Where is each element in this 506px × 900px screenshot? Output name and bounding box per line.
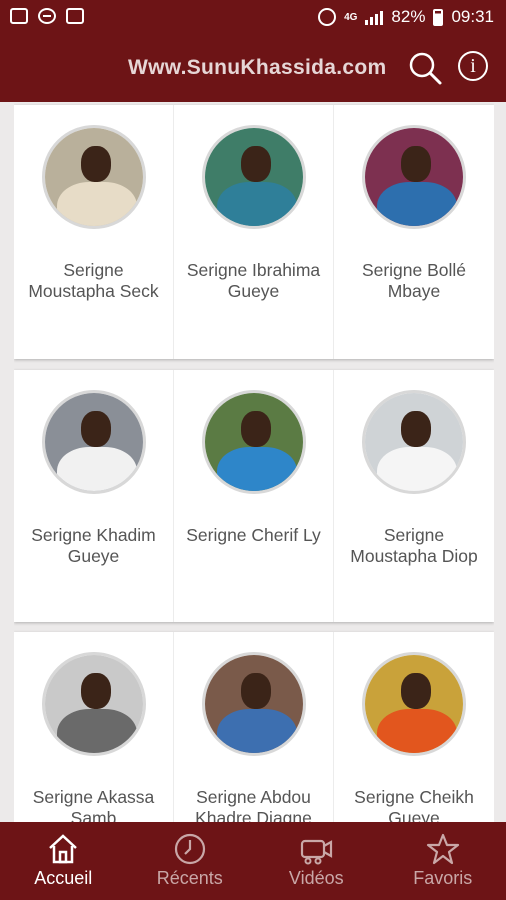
- clock-time: 09:31: [451, 7, 494, 26]
- nav-label: Récents: [156, 868, 223, 888]
- reciter-item[interactable]: Serigne Akassa Samb: [14, 632, 174, 822]
- battery-icon: [433, 8, 444, 26]
- reciter-item[interactable]: Serigne Khadim Gueye: [14, 370, 174, 622]
- reciter-avatar: [202, 125, 306, 229]
- reciter-item[interactable]: Serigne Ibrahima Gueye: [174, 105, 334, 359]
- search-icon: [409, 52, 442, 85]
- battery-percent: 82%: [391, 7, 426, 26]
- app-title: Www.SunuKhassida.com: [128, 56, 387, 79]
- nav-label: Vidéos: [288, 868, 344, 888]
- reciter-item[interactable]: Serigne Bollé Mbaye: [334, 105, 494, 359]
- reciter-avatar: [362, 652, 466, 756]
- reciter-item[interactable]: Serigne Cheikh Gueye: [334, 632, 494, 822]
- app-bar: Www.SunuKhassida.com i: [0, 34, 506, 102]
- nav-label: Accueil: [34, 868, 93, 888]
- reciter-item[interactable]: Serigne Moustapha Diop: [334, 370, 494, 622]
- reciter-name: Serigne Abdou Khadre Diagne: [195, 787, 312, 822]
- reciter-avatar: [362, 125, 466, 229]
- search-button[interactable]: [407, 50, 443, 86]
- nav-videos[interactable]: Vidéos: [253, 822, 380, 900]
- block-icon: [38, 8, 56, 24]
- nav-accueil[interactable]: Accueil: [0, 822, 127, 900]
- image-icon: [10, 8, 28, 24]
- reciter-avatar: [202, 652, 306, 756]
- nav-favoris[interactable]: Favoris: [380, 822, 506, 900]
- bottom-navigation: Accueil Récents Vidéos Favoris: [0, 822, 506, 900]
- alarm-icon: [318, 8, 337, 26]
- status-bar: 4G 82% 09:31: [0, 0, 506, 34]
- info-icon: i: [470, 55, 476, 77]
- mail-icon: [66, 8, 84, 24]
- info-button[interactable]: i: [458, 51, 488, 81]
- reciter-avatar: [202, 390, 306, 494]
- reciter-name: Serigne Bollé Mbaye: [361, 260, 467, 301]
- reciter-name: Serigne Ibrahima Gueye: [186, 260, 321, 301]
- reciter-name: Serigne Cheikh Gueye: [354, 787, 474, 822]
- signal-icon: [365, 9, 384, 25]
- reciter-row-card: Serigne Moustapha Seck Serigne Ibrahima G…: [14, 105, 494, 359]
- reciter-avatar: [42, 390, 146, 494]
- reciter-row-card: Serigne Akassa Samb Serigne Abdou Khadre …: [14, 632, 494, 822]
- reciter-avatar: [362, 390, 466, 494]
- reciter-avatar: [42, 125, 146, 229]
- reciter-name: Serigne Akassa Samb: [32, 787, 155, 822]
- reciter-item[interactable]: Serigne Moustapha Seck: [14, 105, 174, 359]
- nav-recents[interactable]: Récents: [127, 822, 254, 900]
- reciter-name: Serigne Moustapha Diop: [350, 525, 478, 566]
- network-type: 4G: [344, 11, 358, 23]
- reciter-item[interactable]: Serigne Abdou Khadre Diagne: [174, 632, 334, 822]
- reciter-row-card: Serigne Khadim Gueye Serigne Cherif Ly Ser…: [14, 370, 494, 622]
- reciter-name: Serigne Cherif Ly: [186, 525, 321, 545]
- reciter-avatar: [42, 652, 146, 756]
- reciter-name: Serigne Moustapha Seck: [28, 260, 159, 301]
- reciters-grid: Serigne Moustapha Seck Serigne Ibrahima G…: [14, 102, 494, 822]
- reciter-item[interactable]: Serigne Cherif Ly: [174, 370, 334, 622]
- reciter-name: Serigne Khadim Gueye: [31, 525, 156, 566]
- nav-label: Favoris: [413, 868, 473, 888]
